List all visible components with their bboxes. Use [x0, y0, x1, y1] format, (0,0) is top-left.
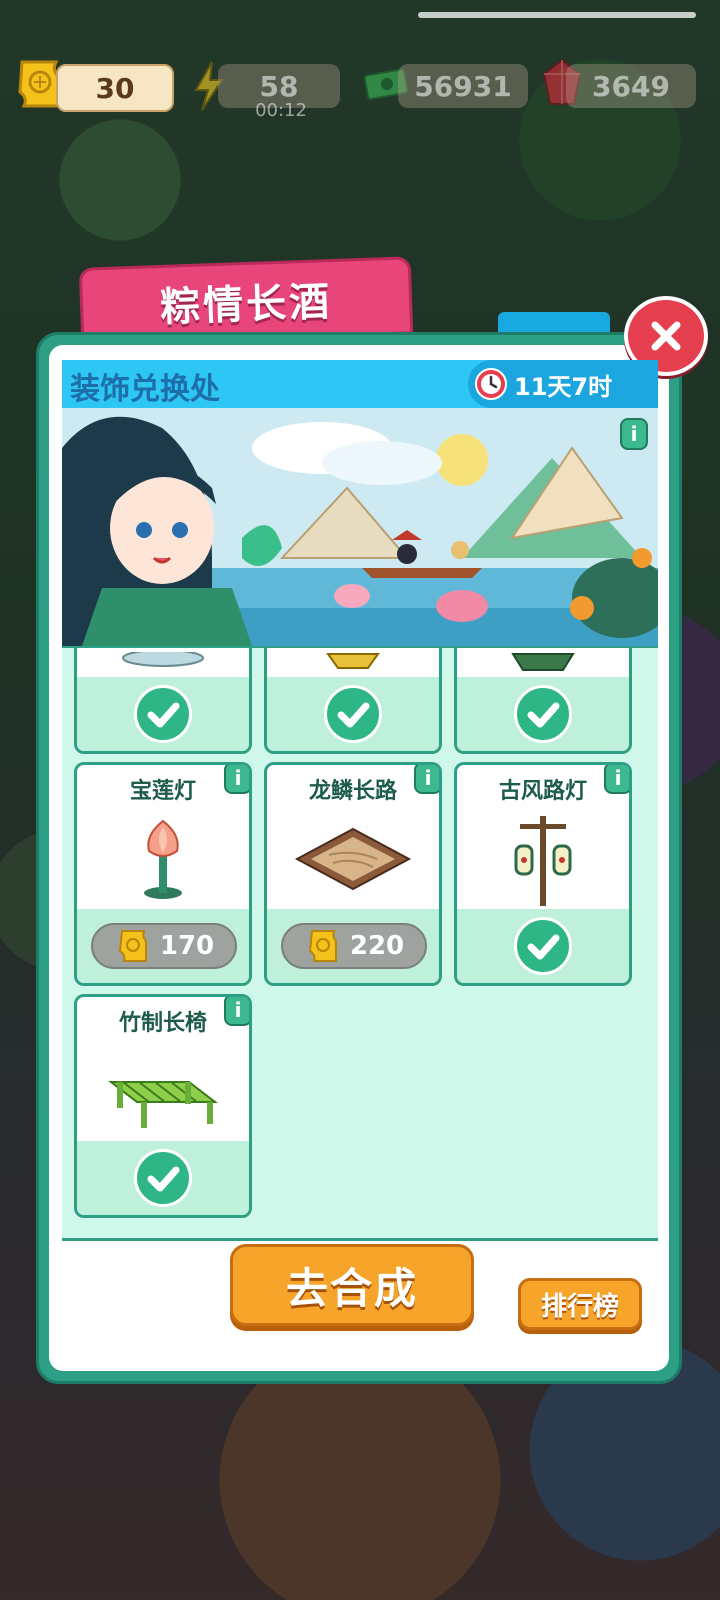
check-icon [527, 702, 560, 728]
item-art [457, 648, 629, 677]
item-card-ancient-street-lamp[interactable]: 古风路灯 i [454, 762, 632, 986]
grid-divider [62, 1238, 658, 1241]
status-bar-pill [418, 12, 696, 18]
check-icon [337, 702, 370, 728]
close-icon [651, 321, 681, 351]
golden-ticket-icon [118, 930, 147, 962]
check-icon [147, 702, 180, 728]
owned-check-button[interactable] [134, 1149, 192, 1207]
clock-icon [475, 368, 507, 400]
gem-count[interactable]: 3649 [566, 64, 696, 108]
go-merge-button[interactable]: 去合成 [230, 1244, 474, 1326]
owned-check-button[interactable] [134, 685, 192, 743]
info-icon: i [234, 998, 242, 1022]
ticket-count: 30 [56, 64, 174, 112]
price-value: 220 [349, 931, 405, 961]
item-art [77, 805, 249, 915]
event-banner: i [62, 408, 658, 649]
item-art [457, 805, 629, 915]
item-info-button[interactable]: i [604, 765, 629, 794]
item-card-footer [77, 1141, 249, 1215]
item-grid: 宝莲灯 i 170 龙鳞长路 i 220 古风路灯 i 竹制长椅 i [62, 648, 658, 1238]
owned-check-button[interactable] [514, 917, 572, 975]
exchange-header: 装饰兑换处 11天7时 [62, 360, 658, 410]
event-countdown: 11天7时 [468, 360, 658, 408]
item-card-footer: 170 [77, 909, 249, 983]
price-value: 170 [159, 931, 215, 961]
item-info-button[interactable]: i [414, 765, 439, 794]
price-button[interactable]: 170 [91, 923, 237, 969]
item-card-lotus-lamp[interactable]: 宝莲灯 i 170 [74, 762, 252, 986]
item-card-footer [457, 677, 629, 751]
item-card-dragon-scale-path[interactable]: 龙鳞长路 i 220 [264, 762, 442, 986]
info-icon: i [614, 766, 622, 790]
item-card[interactable] [264, 648, 442, 754]
item-art [267, 648, 439, 677]
check-icon [147, 1166, 180, 1192]
info-icon: i [234, 766, 242, 790]
item-card-bamboo-bench[interactable]: 竹制长椅 i [74, 994, 252, 1218]
item-art [77, 648, 249, 677]
item-info-button[interactable]: i [224, 765, 249, 794]
item-info-button[interactable]: i [224, 997, 249, 1026]
price-button[interactable]: 220 [281, 923, 427, 969]
info-icon: i [424, 766, 432, 790]
item-card[interactable] [454, 648, 632, 754]
shop-title: 装饰兑换处 [70, 372, 220, 407]
item-card-footer [77, 677, 249, 751]
item-card-footer: 220 [267, 909, 439, 983]
owned-check-button[interactable] [514, 685, 572, 743]
item-art [267, 805, 439, 915]
cash-count[interactable]: 56931 [398, 64, 528, 108]
banner-illustration [62, 408, 658, 646]
item-card-footer [457, 909, 629, 983]
energy-timer: 00:12 [255, 100, 307, 121]
info-icon: i [630, 422, 638, 446]
check-icon [527, 934, 560, 960]
item-card-footer [267, 677, 439, 751]
leaderboard-button[interactable]: 排行榜 [518, 1278, 642, 1330]
item-art [77, 1037, 249, 1147]
item-card[interactable] [74, 648, 252, 754]
owned-check-button[interactable] [324, 685, 382, 743]
countdown-text: 11天7时 [514, 372, 613, 401]
golden-ticket-icon [308, 930, 337, 962]
banner-info-button[interactable]: i [620, 418, 648, 450]
